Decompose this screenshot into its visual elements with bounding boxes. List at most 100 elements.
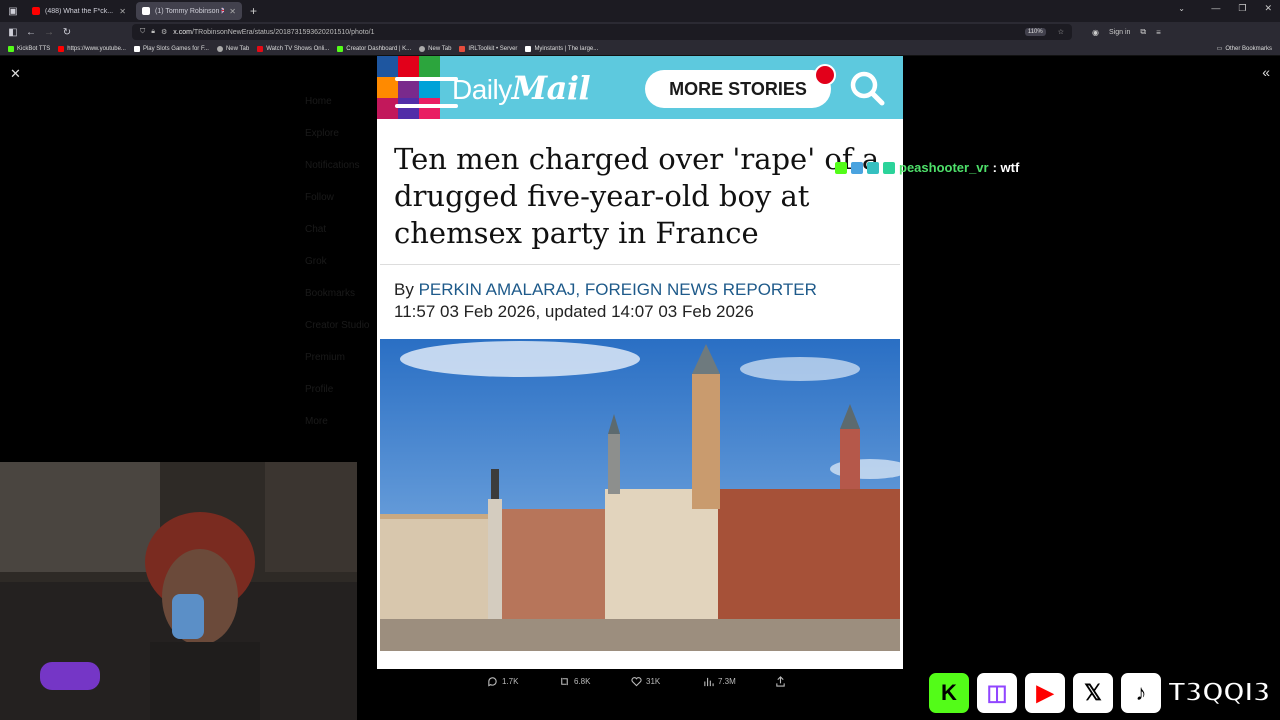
sign-in-button[interactable]: Sign in <box>1109 29 1130 36</box>
bookmark-item[interactable]: Play Slots Games for F... <box>133 45 209 52</box>
hamburger-menu-icon[interactable] <box>395 74 458 137</box>
tab-list-chevron-icon[interactable]: ⌄ <box>1178 4 1185 13</box>
tab-label: (1) Tommy Robinson 🇬🇧 (@TRo <box>155 8 224 15</box>
bookmark-item[interactable]: KickBot TTS <box>8 45 50 52</box>
heart-icon <box>631 677 642 687</box>
share-icon <box>776 676 785 687</box>
sidebar-ghost-item: Profile <box>305 384 334 395</box>
reply-icon <box>488 677 497 687</box>
youtube-favicon-icon <box>32 7 40 15</box>
url-host: x.com <box>173 28 192 36</box>
bookmark-item[interactable]: Myinstants | The large... <box>525 45 598 52</box>
bookmark-favicon-icon <box>459 45 466 52</box>
lille-grand-place-photo <box>380 339 900 651</box>
article-headline: Ten men charged over 'rape' of a drugged… <box>380 119 900 265</box>
window-controls: — ❐ ✕ <box>1211 3 1272 14</box>
bookmark-favicon-icon <box>133 45 140 52</box>
webcam-video <box>0 462 357 720</box>
sidebar-ghost-item: Bookmarks <box>305 288 356 299</box>
bookmark-star-icon[interactable]: ☆ <box>1058 28 1064 36</box>
byline-by: By <box>394 280 414 299</box>
repost-icon <box>561 677 568 686</box>
dailymail-header: DailyMail MORE STORIES <box>377 56 903 134</box>
sidebar-ghost-item: More <box>305 416 328 427</box>
bookmark-favicon-icon <box>257 45 264 52</box>
bookmark-item[interactable]: New Tab <box>216 45 249 52</box>
dailymail-logo: DailyMail <box>452 68 591 107</box>
like-button[interactable]: 31K <box>631 676 703 687</box>
reply-button[interactable]: 1.7K <box>487 676 559 687</box>
stream-socials: K ◫ ▶ 𝕏 ♪ T3QQI3 <box>926 665 1280 720</box>
menu-icon[interactable]: ≡ <box>1156 28 1161 37</box>
youtube-icon: ▶ <box>1022 669 1068 716</box>
bookmark-favicon-icon <box>8 45 14 52</box>
chat-message: peashooter_vr : wtf <box>835 160 1019 175</box>
views-button[interactable]: 7.3M <box>703 676 775 687</box>
lock-icon[interactable]: 🔒︎ <box>151 28 155 36</box>
share-button[interactable] <box>775 676 795 687</box>
tab-youtube[interactable]: (488) What the F*ck... - YouTube ✕ <box>26 2 132 20</box>
twitch-icon: ◫ <box>974 669 1020 716</box>
bookmark-item[interactable]: Watch TV Shows Onli... <box>257 45 329 52</box>
tiktok-icon: ♪ <box>1118 669 1164 716</box>
tab-overview-icon[interactable]: ▣ <box>4 6 22 17</box>
collapse-panel-icon[interactable]: « <box>1262 64 1270 80</box>
author-link[interactable]: PERKIN AMALARAJ, FOREIGN NEWS REPORTER <box>419 280 817 299</box>
toolbar-right: ◉ Sign in ⧉ ≡ <box>1092 27 1161 37</box>
article-image[interactable]: DailyMail MORE STORIES Ten men charged o… <box>377 56 903 669</box>
streamer-handle: T3QQI3 <box>1167 677 1272 709</box>
back-icon[interactable]: ← <box>22 27 40 38</box>
sidebar-ghost-item: Creator Studio <box>305 320 370 331</box>
verified-badge-icon <box>851 161 863 174</box>
sidebar-ghost-item: Grok <box>305 256 327 267</box>
article-timestamp: 11:57 03 Feb 2026, updated 14:07 03 Feb … <box>394 302 754 321</box>
address-bar[interactable]: ⛉ 🔒︎ ⚙︎ x.com/TRobinsonNewEra/status/201… <box>132 24 1072 40</box>
shield-icon[interactable]: ⛉ <box>140 28 145 36</box>
minimize-icon[interactable]: — <box>1211 3 1220 14</box>
sidebar-ghost-item: Follow <box>305 192 334 203</box>
chat-username: peashooter_vr <box>899 160 989 175</box>
close-window-icon[interactable]: ✕ <box>1264 3 1272 14</box>
other-bookmarks[interactable]: ▭ Other Bookmarks <box>1216 45 1272 53</box>
globe-icon <box>419 45 426 52</box>
close-tab-icon[interactable]: ✕ <box>119 7 126 16</box>
bookmark-item[interactable]: Creator Dashboard | K... <box>337 45 411 52</box>
folder-icon: ▭ <box>1216 46 1223 52</box>
bookmark-item[interactable]: New Tab <box>419 45 451 52</box>
close-viewer-icon[interactable]: ✕ <box>10 66 21 82</box>
maximize-icon[interactable]: ❐ <box>1238 3 1246 14</box>
new-tab-button[interactable]: + <box>250 4 257 18</box>
kick-badge-icon <box>835 161 847 174</box>
bookmark-favicon-icon <box>525 45 532 52</box>
close-tab-icon[interactable]: ✕ <box>229 7 236 16</box>
bookmark-item[interactable]: IRLToolkit • Server <box>459 45 517 52</box>
tab-x-post[interactable]: (1) Tommy Robinson 🇬🇧 (@TRo ✕ <box>136 2 242 20</box>
reply-count: 1.7K <box>502 677 519 686</box>
sidebar-ghost-item: Premium <box>305 352 346 363</box>
post-actions: 1.7K 6.8K 31K 7.3M <box>487 676 795 687</box>
forward-icon[interactable]: → <box>40 27 58 38</box>
sidebar-toggle-icon[interactable]: ◧ <box>4 27 22 38</box>
globe-icon <box>216 45 223 52</box>
sub-badge-icon <box>883 161 895 174</box>
zoom-level[interactable]: 110% <box>1024 28 1046 36</box>
kick-icon: K <box>926 669 972 716</box>
search-icon[interactable] <box>849 70 885 106</box>
streamer-webcam <box>0 462 357 720</box>
permissions-icon[interactable]: ⚙︎ <box>161 28 167 36</box>
menu-tile[interactable] <box>377 56 458 134</box>
account-icon[interactable]: ◉ <box>1092 28 1099 37</box>
like-count: 31K <box>646 677 661 686</box>
repost-button[interactable]: 6.8K <box>559 676 631 687</box>
more-stories-button[interactable]: MORE STORIES <box>645 70 831 108</box>
tab-label: (488) What the F*ck... - YouTube <box>45 7 114 15</box>
reload-icon[interactable]: ↻ <box>58 27 76 38</box>
views-count: 7.3M <box>718 677 736 686</box>
url-path: /TRobinsonNewEra/status/2018731593620201… <box>191 28 375 36</box>
analytics-icon <box>704 677 714 687</box>
notification-dot <box>814 64 836 86</box>
extensions-icon[interactable]: ⧉ <box>1140 27 1146 37</box>
bookmark-favicon-icon <box>337 45 344 52</box>
bookmark-item[interactable]: https://www.youtube... <box>58 45 126 52</box>
sidebar-ghost-item: Chat <box>305 224 327 235</box>
